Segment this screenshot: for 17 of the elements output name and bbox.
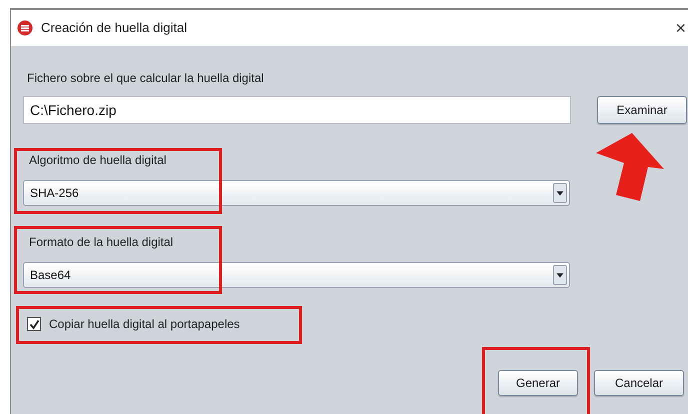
checkbox-label: Copiar huella digital al portapapeles xyxy=(49,316,240,332)
field-label: Formato de la huella digital xyxy=(29,234,174,250)
app-logo-icon xyxy=(17,20,33,36)
file-path-field[interactable]: C:\Fichero.zip xyxy=(23,96,571,124)
checkbox[interactable] xyxy=(27,317,41,331)
arrow-icon xyxy=(596,133,664,201)
caret-icon xyxy=(553,265,567,285)
browse-button[interactable]: Examinar xyxy=(597,96,687,124)
dialog-button[interactable]: Generar xyxy=(498,370,578,396)
dropdown[interactable]: SHA-256 xyxy=(23,180,570,206)
dropdown[interactable]: Base64 xyxy=(23,262,570,288)
dialog-button[interactable]: Cancelar xyxy=(594,370,684,396)
window-title: Creación de huella digital xyxy=(41,19,187,38)
close-button[interactable]: × xyxy=(675,19,686,37)
field-label: Algoritmo de huella digital xyxy=(29,152,168,168)
caret-icon xyxy=(553,183,567,203)
field-label: Fichero sobre el que calcular la huella digital xyxy=(27,70,265,86)
